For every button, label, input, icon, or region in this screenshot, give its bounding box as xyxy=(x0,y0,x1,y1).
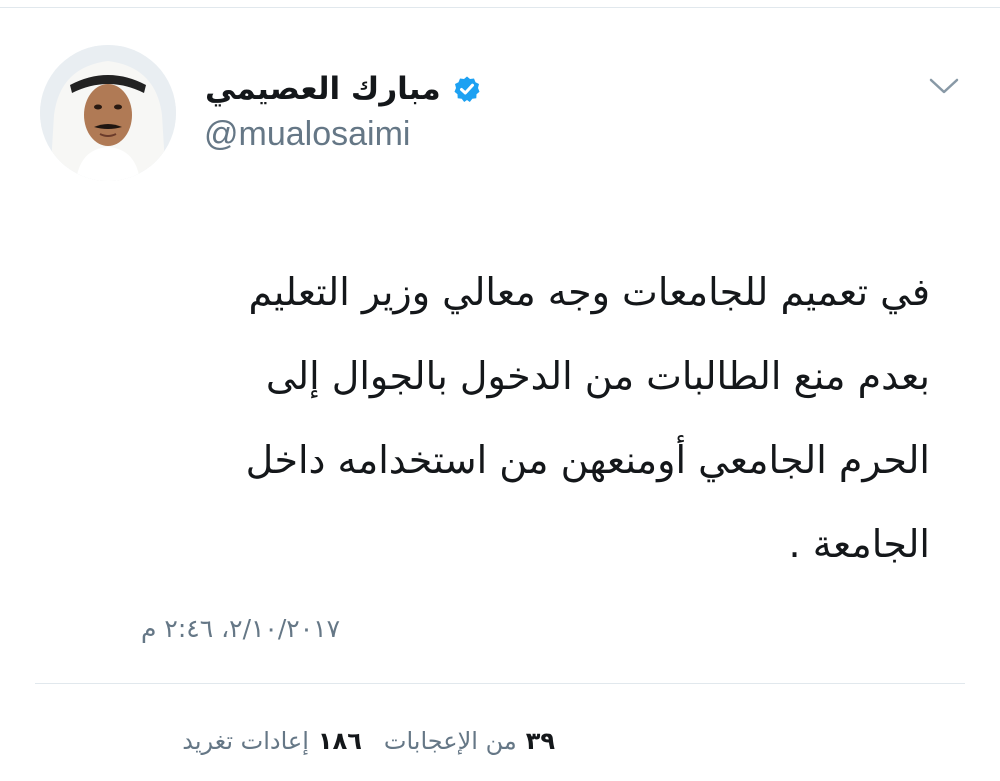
top-divider xyxy=(0,0,1000,8)
tweet-options-button[interactable] xyxy=(922,68,966,104)
tweet-text-line: في تعميم للجامعات وجه معالي وزير التعليم xyxy=(248,270,931,314)
author-name-row: مبارك العصيمي xyxy=(205,64,481,114)
display-name[interactable]: مبارك العصيمي xyxy=(205,64,441,114)
tweet-stats: ٣٩ من الإعجابات ١٨٦ إعادات تغريد xyxy=(182,716,555,766)
verified-badge-icon xyxy=(454,76,480,102)
likes-count: ٣٩ xyxy=(525,727,555,755)
tweet-timestamp[interactable]: ٢/١٠/٢٠١٧، ٢:٤٦ م xyxy=(141,604,340,654)
handle[interactable]: @mualosaimi xyxy=(204,112,410,156)
tweet-text: في تعميم للجامعات وجه معالي وزير التعليم… xyxy=(40,250,930,586)
retweets-label: إعادات تغريد xyxy=(182,727,309,755)
retweets-stat[interactable]: ١٨٦ إعادات تغريد xyxy=(182,716,362,766)
avatar-image xyxy=(40,45,176,181)
divider xyxy=(35,683,965,684)
tweet-text-line: الحرم الجامعي أومنعهن من استخدامه داخل xyxy=(245,438,930,482)
avatar[interactable] xyxy=(40,45,176,181)
likes-stat[interactable]: ٣٩ من الإعجابات xyxy=(384,716,555,766)
tweet-text-line: الجامعة . xyxy=(788,522,930,566)
tweet-text-line: بعدم منع الطالبات من الدخول بالجوال إلى xyxy=(265,354,930,398)
retweets-count: ١٨٦ xyxy=(317,727,362,755)
chevron-down-icon xyxy=(929,78,959,94)
likes-label: من الإعجابات xyxy=(383,727,517,755)
